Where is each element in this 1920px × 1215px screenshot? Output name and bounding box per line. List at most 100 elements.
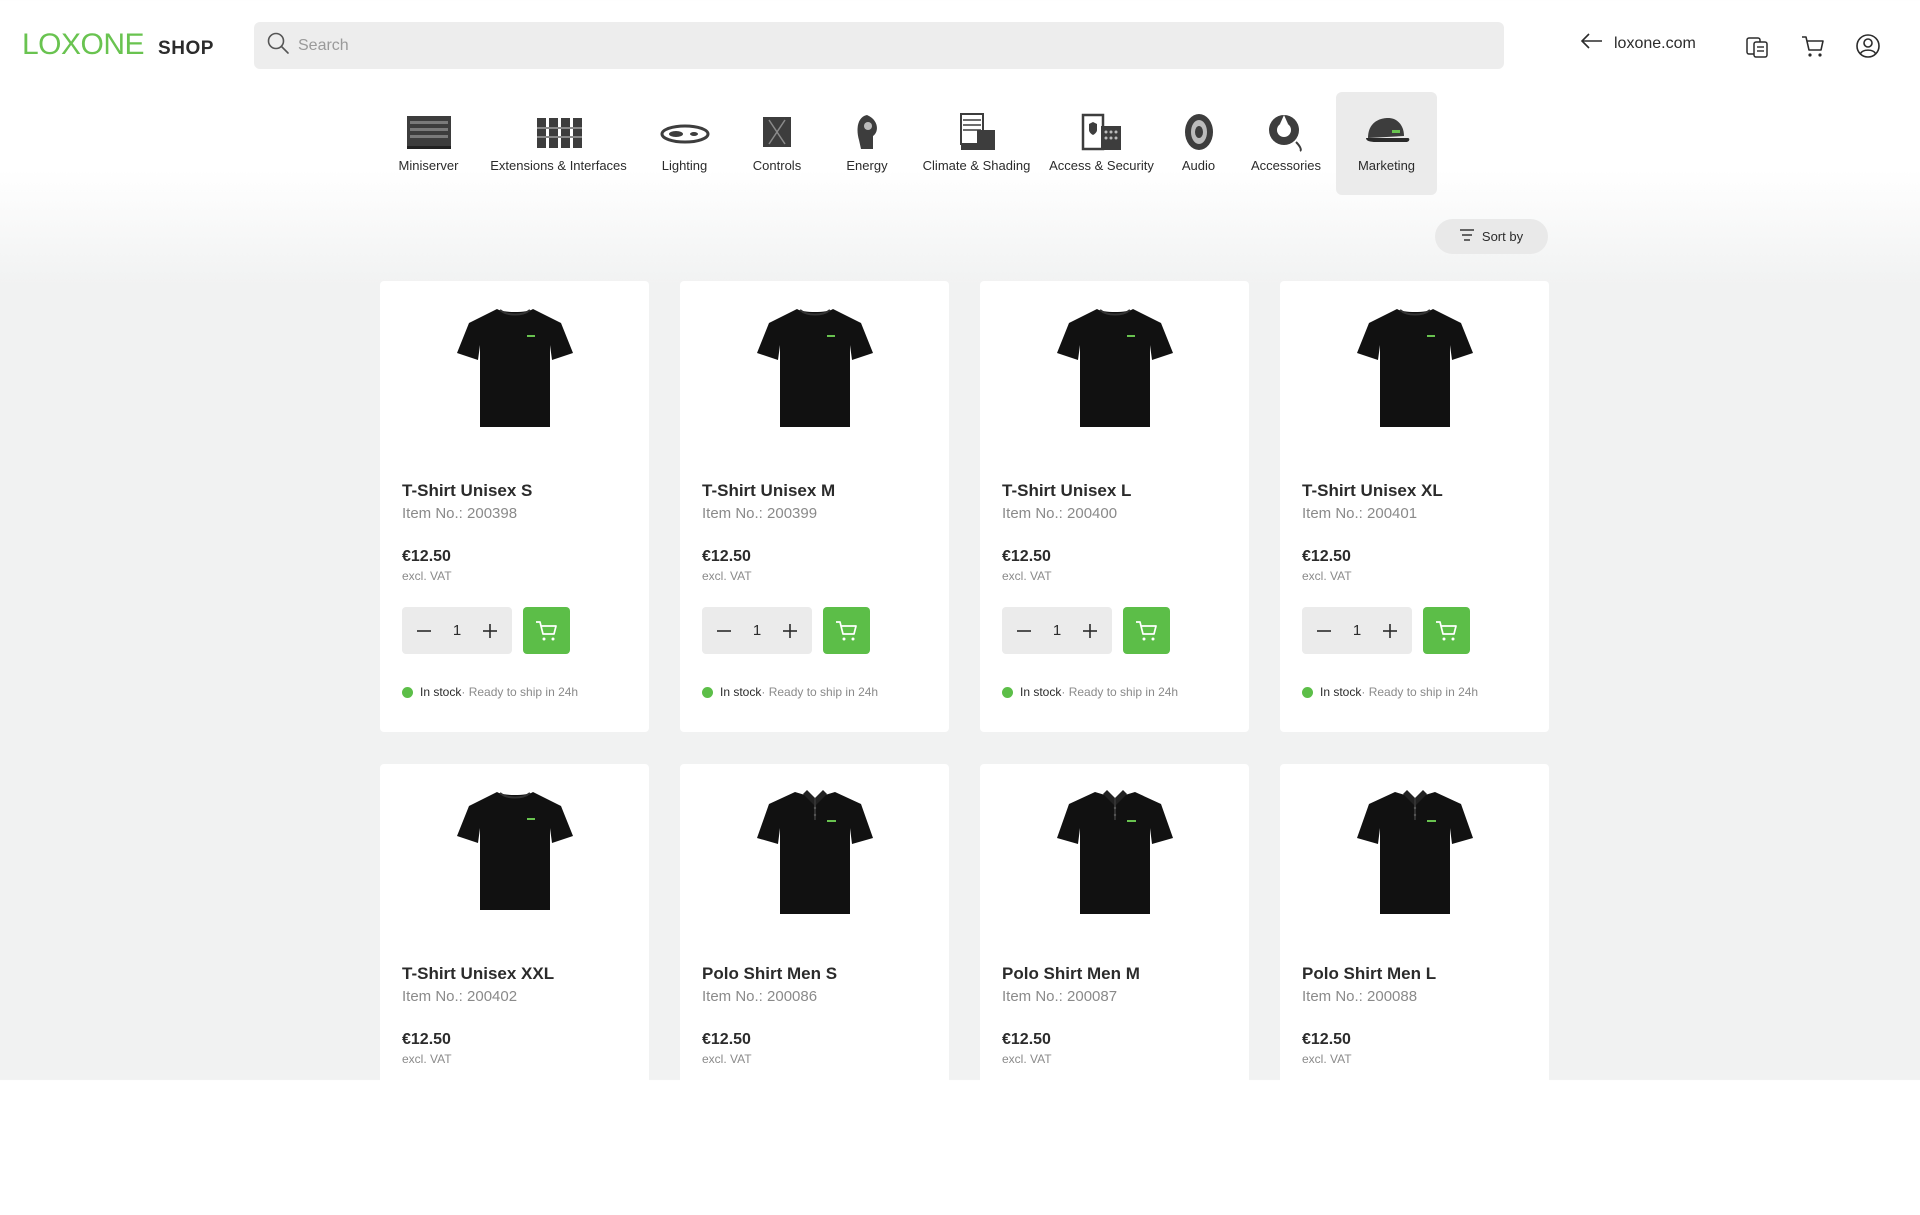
product-image[interactable]: [980, 786, 1249, 916]
product-card[interactable]: Polo Shirt Men S Item No.: 200086 €12.50…: [680, 764, 949, 1215]
price-vat-note: excl. VAT: [402, 1052, 452, 1066]
stock-status: In stock · Ready to ship in 24h: [702, 685, 878, 699]
product-image[interactable]: [380, 303, 649, 433]
cart-icon[interactable]: [1799, 32, 1827, 60]
add-to-cart-button[interactable]: [1423, 607, 1470, 654]
category-label: Marketing: [1357, 158, 1416, 173]
stock-label: In stock: [1320, 685, 1362, 699]
product-title[interactable]: T-Shirt Unisex M: [702, 481, 835, 501]
quantity-stepper: 1: [702, 607, 812, 654]
product-title[interactable]: T-Shirt Unisex S: [402, 481, 532, 501]
add-to-cart-button[interactable]: [523, 607, 570, 654]
product-title[interactable]: T-Shirt Unisex XL: [1302, 481, 1443, 501]
product-image[interactable]: [980, 303, 1249, 433]
price-vat-note: excl. VAT: [1002, 1052, 1052, 1066]
sort-by-button[interactable]: Sort by: [1435, 219, 1548, 254]
stock-status: In stock · Ready to ship in 24h: [1002, 685, 1178, 699]
product-title[interactable]: Polo Shirt Men S: [702, 964, 837, 984]
category-access-security[interactable]: Access & Security: [1042, 92, 1161, 195]
product-price: €12.50: [1002, 548, 1051, 565]
category-climate-shading[interactable]: Climate & Shading: [911, 92, 1042, 195]
product-item-number: Item No.: 200399: [702, 505, 818, 522]
quantity-value[interactable]: 1: [1053, 622, 1061, 639]
increase-quantity-button[interactable]: [476, 617, 504, 645]
lighting-icon: [660, 124, 709, 144]
category-label: Energy: [846, 158, 888, 173]
plus-icon: [783, 623, 797, 638]
stock-label: In stock: [720, 685, 762, 699]
category-label: Miniserver: [398, 158, 459, 173]
in-stock-indicator: [702, 686, 713, 698]
shipping-note: · Ready to ship in 24h: [1061, 685, 1179, 699]
product-card[interactable]: Polo Shirt Men M Item No.: 200087 €12.50…: [980, 764, 1249, 1215]
category-extensions[interactable]: Extensions & Interfaces: [479, 92, 638, 195]
stock-status: In stock · Ready to ship in 24h: [402, 685, 578, 699]
product-image[interactable]: [1280, 786, 1549, 916]
product-image[interactable]: [680, 303, 949, 433]
decrease-quantity-button[interactable]: [410, 617, 438, 645]
product-card[interactable]: T-Shirt Unisex S Item No.: 200398 €12.50…: [380, 281, 649, 732]
shop-label[interactable]: SHOP: [158, 38, 214, 60]
increase-quantity-button[interactable]: [1076, 617, 1104, 645]
price-vat-note: excl. VAT: [1302, 569, 1352, 583]
product-card[interactable]: T-Shirt Unisex XL Item No.: 200401 €12.5…: [1280, 281, 1549, 732]
minus-icon: [417, 629, 431, 632]
stock-label: In stock: [420, 685, 462, 699]
cart-icon: [1435, 620, 1457, 640]
price-vat-note: excl. VAT: [702, 1052, 752, 1066]
add-to-cart-button[interactable]: [1123, 607, 1170, 654]
product-title[interactable]: T-Shirt Unisex L: [1002, 481, 1131, 501]
category-controls[interactable]: Controls: [731, 92, 823, 195]
shipping-note: · Ready to ship in 24h: [461, 685, 579, 699]
price-vat-note: excl. VAT: [1002, 569, 1052, 583]
stock-status: In stock · Ready to ship in 24h: [1302, 685, 1478, 699]
category-miniserver[interactable]: Miniserver: [378, 92, 479, 195]
compare-icon[interactable]: [1743, 32, 1771, 60]
search-bar[interactable]: [254, 22, 1504, 69]
product-card[interactable]: T-Shirt Unisex M Item No.: 200399 €12.50…: [680, 281, 949, 732]
product-title[interactable]: T-Shirt Unisex XXL: [402, 964, 554, 984]
brand-logo-text[interactable]: LOXONE: [22, 28, 145, 62]
decrease-quantity-button[interactable]: [1310, 617, 1338, 645]
increase-quantity-button[interactable]: [776, 617, 804, 645]
in-stock-indicator: [1002, 686, 1013, 698]
category-marketing[interactable]: Marketing: [1336, 92, 1437, 195]
increase-quantity-button[interactable]: [1376, 617, 1404, 645]
quantity-value[interactable]: 1: [453, 622, 461, 639]
product-price: €12.50: [1002, 1031, 1051, 1048]
category-label: Climate & Shading: [922, 158, 1031, 173]
cart-icon: [1135, 620, 1157, 640]
category-lighting[interactable]: Lighting: [638, 92, 731, 195]
search-input[interactable]: [298, 36, 1448, 55]
quantity-value[interactable]: 1: [753, 622, 761, 639]
decrease-quantity-button[interactable]: [710, 617, 738, 645]
miniserver-icon: [406, 116, 451, 149]
product-image[interactable]: [680, 786, 949, 916]
category-energy[interactable]: Energy: [823, 92, 911, 195]
account-icon[interactable]: [1854, 32, 1882, 60]
plus-icon: [1383, 623, 1397, 638]
category-accessories[interactable]: Accessories: [1236, 92, 1336, 195]
product-price: €12.50: [1302, 1031, 1351, 1048]
category-label: Audio: [1181, 158, 1216, 173]
search-icon: [266, 31, 290, 60]
category-label: Accessories: [1250, 158, 1322, 173]
product-image[interactable]: [380, 786, 649, 916]
add-to-cart-button[interactable]: [823, 607, 870, 654]
category-label: Extensions & Interfaces: [490, 158, 627, 173]
quantity-stepper: 1: [1002, 607, 1112, 654]
product-price: €12.50: [702, 1031, 751, 1048]
product-card[interactable]: Polo Shirt Men L Item No.: 200088 €12.50…: [1280, 764, 1549, 1215]
cart-icon: [835, 620, 857, 640]
product-image[interactable]: [1280, 303, 1549, 433]
decrease-quantity-button[interactable]: [1010, 617, 1038, 645]
product-title[interactable]: Polo Shirt Men L: [1302, 964, 1436, 984]
product-card[interactable]: T-Shirt Unisex L Item No.: 200400 €12.50…: [980, 281, 1249, 732]
product-title[interactable]: Polo Shirt Men M: [1002, 964, 1140, 984]
quantity-value[interactable]: 1: [1353, 622, 1361, 639]
back-to-loxone-link[interactable]: loxone.com: [1580, 33, 1696, 54]
category-audio[interactable]: Audio: [1161, 92, 1236, 195]
product-card[interactable]: T-Shirt Unisex XXL Item No.: 200402 €12.…: [380, 764, 649, 1215]
logo[interactable]: LOXONE SHOP: [22, 28, 214, 62]
product-price: €12.50: [702, 548, 751, 565]
